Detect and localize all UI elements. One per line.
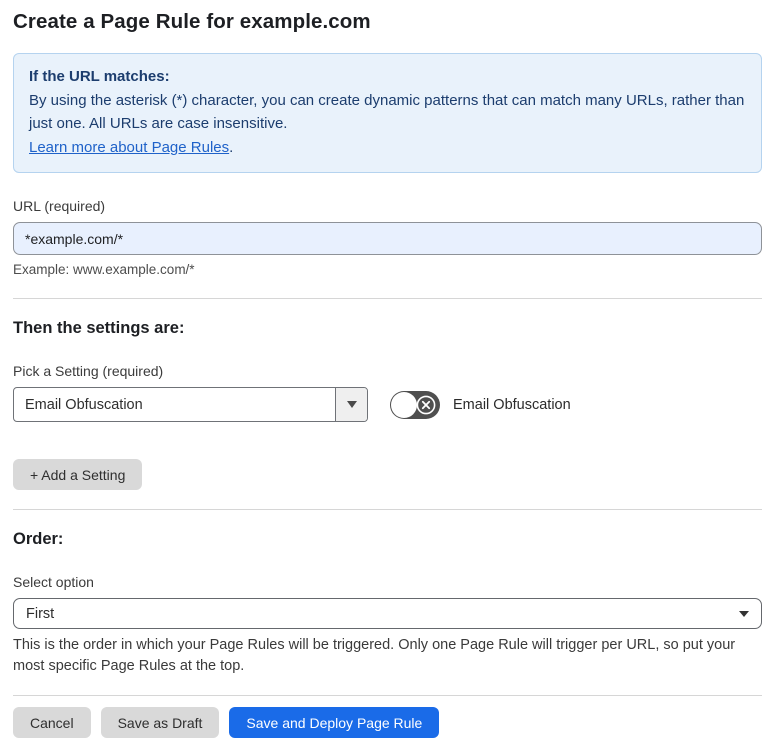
chevron-down-icon <box>346 401 357 408</box>
save-draft-button[interactable]: Save as Draft <box>100 707 220 738</box>
cancel-button[interactable]: Cancel <box>13 707 91 738</box>
chevron-down-icon <box>739 610 749 617</box>
add-setting-button[interactable]: + Add a Setting <box>13 459 143 490</box>
email-obfuscation-toggle-group: Email Obfuscation <box>390 390 571 419</box>
info-box-heading: If the URL matches: <box>29 68 170 85</box>
footer-actions: Cancel Save as Draft Save and Deploy Pag… <box>13 707 762 738</box>
setting-select-value: Email Obfuscation <box>25 396 143 413</box>
save-deploy-button[interactable]: Save and Deploy Page Rule <box>229 707 440 738</box>
divider <box>13 509 762 510</box>
toggle-off-x-icon <box>416 395 436 415</box>
order-select-value: First <box>26 605 55 622</box>
learn-more-link[interactable]: Learn more about Page Rules <box>29 139 229 156</box>
page-rule-form: Create a Page Rule for example.com If th… <box>0 0 775 738</box>
info-box-link-line: Learn more about Page Rules. <box>29 136 746 160</box>
toggle-knob <box>391 391 417 418</box>
email-obfuscation-toggle[interactable] <box>390 390 440 419</box>
divider <box>13 298 762 299</box>
page-title: Create a Page Rule for example.com <box>13 10 371 33</box>
url-input[interactable] <box>13 222 762 255</box>
order-select[interactable]: First <box>13 598 762 629</box>
url-example-text: Example: www.example.com/* <box>13 262 195 277</box>
link-period: . <box>229 138 234 156</box>
setting-picker-row: Email Obfuscation Email Obfuscation <box>13 387 762 422</box>
order-section-heading: Order: <box>13 530 64 548</box>
pick-setting-label: Pick a Setting (required) <box>13 363 164 379</box>
divider <box>13 695 762 696</box>
toggle-label: Email Obfuscation <box>453 396 571 413</box>
order-help-text: This is the order in which your Page Rul… <box>13 637 736 674</box>
info-box-body: By using the asterisk (*) character, you… <box>29 91 745 133</box>
order-select-label: Select option <box>13 574 94 590</box>
settings-section-heading: Then the settings are: <box>13 319 185 337</box>
setting-select-arrow-segment[interactable] <box>335 388 367 421</box>
setting-select[interactable]: Email Obfuscation <box>13 387 368 422</box>
url-field-label: URL (required) <box>13 198 106 214</box>
url-match-info-box: If the URL matches: By using the asteris… <box>13 53 762 173</box>
